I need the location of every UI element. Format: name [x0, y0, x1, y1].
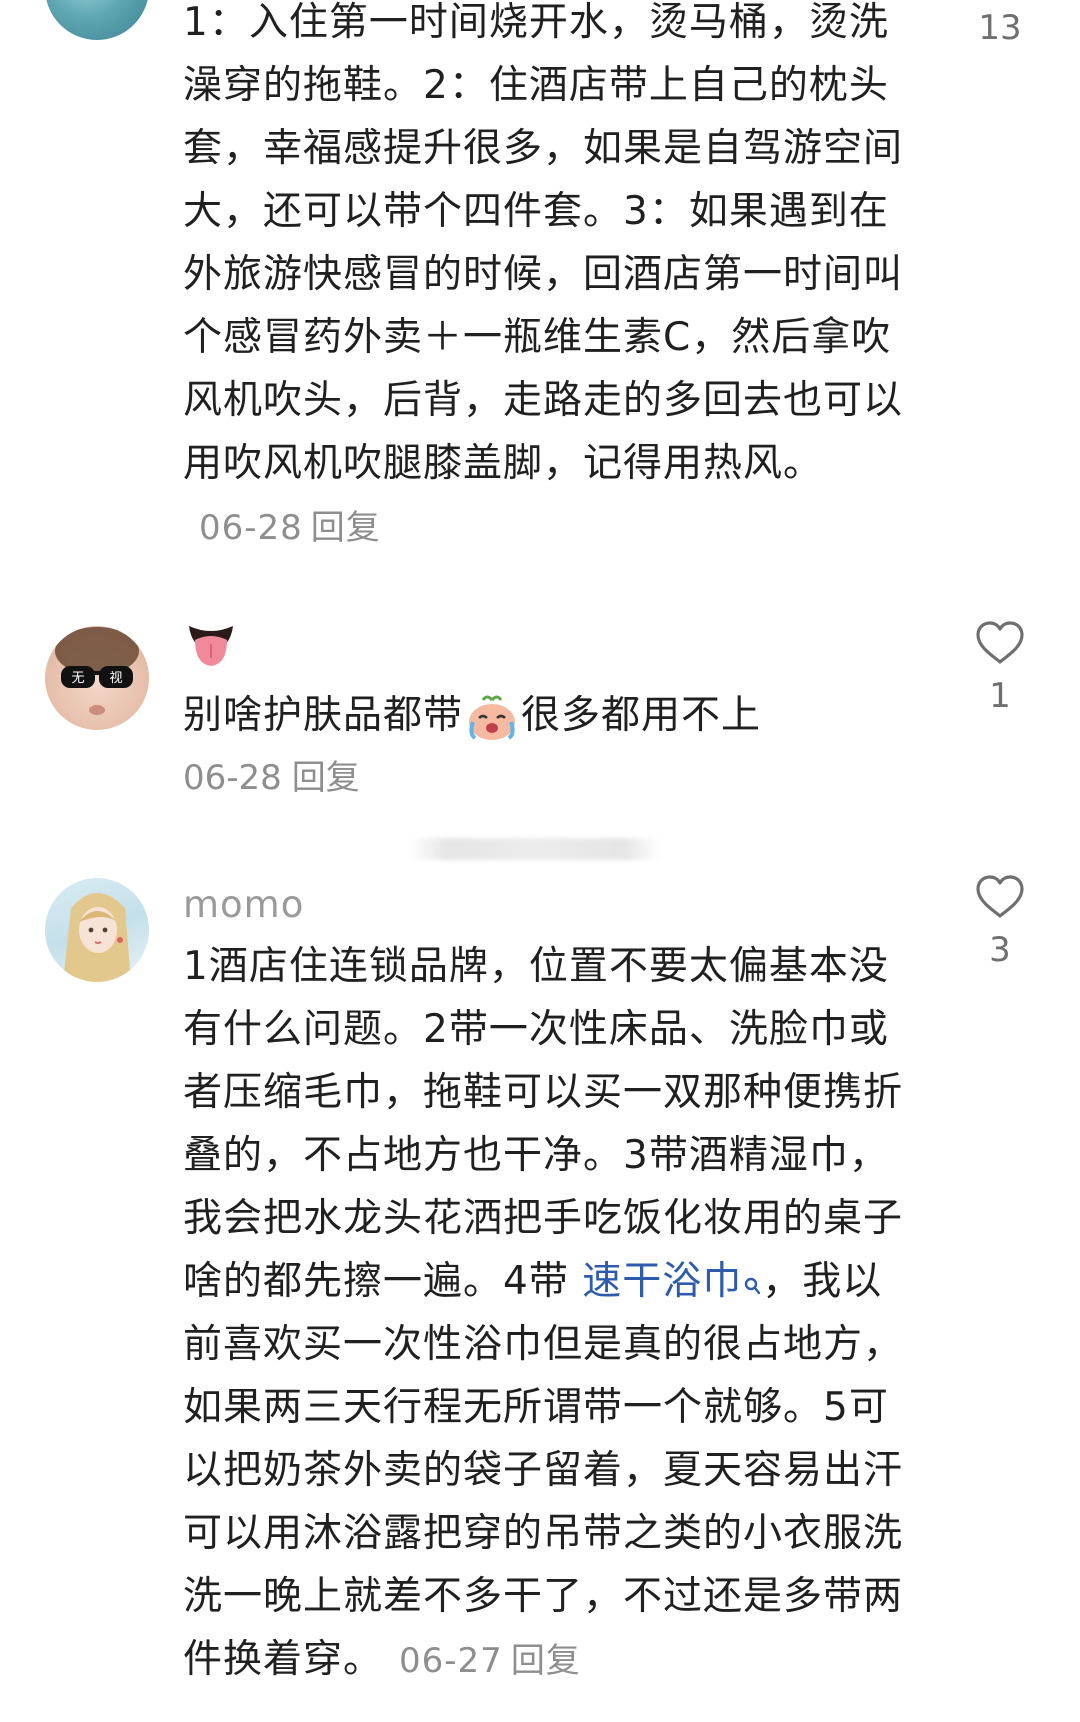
comment-text: 别啥护肤品都带 很多都用不上 — [183, 684, 913, 747]
comment-meta: 06-28 回复 — [199, 508, 381, 548]
heart-outline-icon[interactable] — [974, 620, 1026, 666]
like-count: 13 — [978, 8, 1022, 48]
comment-date: 06-28 — [183, 758, 282, 798]
heart-outline-icon[interactable] — [974, 874, 1026, 920]
search-icon — [745, 1277, 761, 1295]
comment-author[interactable]: momo — [183, 875, 913, 935]
like-count: 3 — [989, 930, 1011, 970]
reply-button[interactable]: 回复 — [311, 508, 381, 548]
reply-button[interactable]: 回复 — [511, 1641, 581, 1681]
comment-text: 1酒店住连锁品牌，位置不要太偏基本没有什么问题。2带一次性床品、洗脸巾或者压缩毛… — [183, 944, 904, 1682]
avatar-illustration-icon — [63, 893, 131, 982]
avatar-sunglasses-icon: 无 视 — [55, 627, 139, 715]
comment-date: 06-27 — [399, 1641, 503, 1681]
blurred-divider — [410, 838, 660, 860]
search-link[interactable]: 速干浴巾 — [582, 1259, 762, 1304]
like-control[interactable]: 1 — [960, 620, 1040, 716]
like-control[interactable]: 13 — [960, 8, 1040, 48]
svg-text:无: 无 — [71, 671, 84, 686]
comment-date: 06-28 — [199, 508, 303, 548]
svg-text:视: 视 — [109, 671, 122, 686]
avatar[interactable] — [45, 0, 149, 40]
like-control[interactable]: 3 — [960, 874, 1040, 970]
avatar[interactable]: 无 视 — [45, 626, 149, 730]
comment-meta: 06-27 回复 — [399, 1641, 581, 1681]
like-count: 1 — [989, 676, 1011, 716]
tongue-emoji — [189, 626, 233, 666]
avatar[interactable] — [45, 878, 149, 982]
crying-emoji — [469, 695, 516, 740]
reply-button[interactable]: 回复 — [292, 758, 360, 798]
comment-meta: 06-28 回复 — [183, 747, 913, 810]
comment-text: 1：入住第一时间烧开水，烫马桶，烫洗澡穿的拖鞋。2：住酒店带上自己的枕头套，幸福… — [183, 0, 904, 548]
